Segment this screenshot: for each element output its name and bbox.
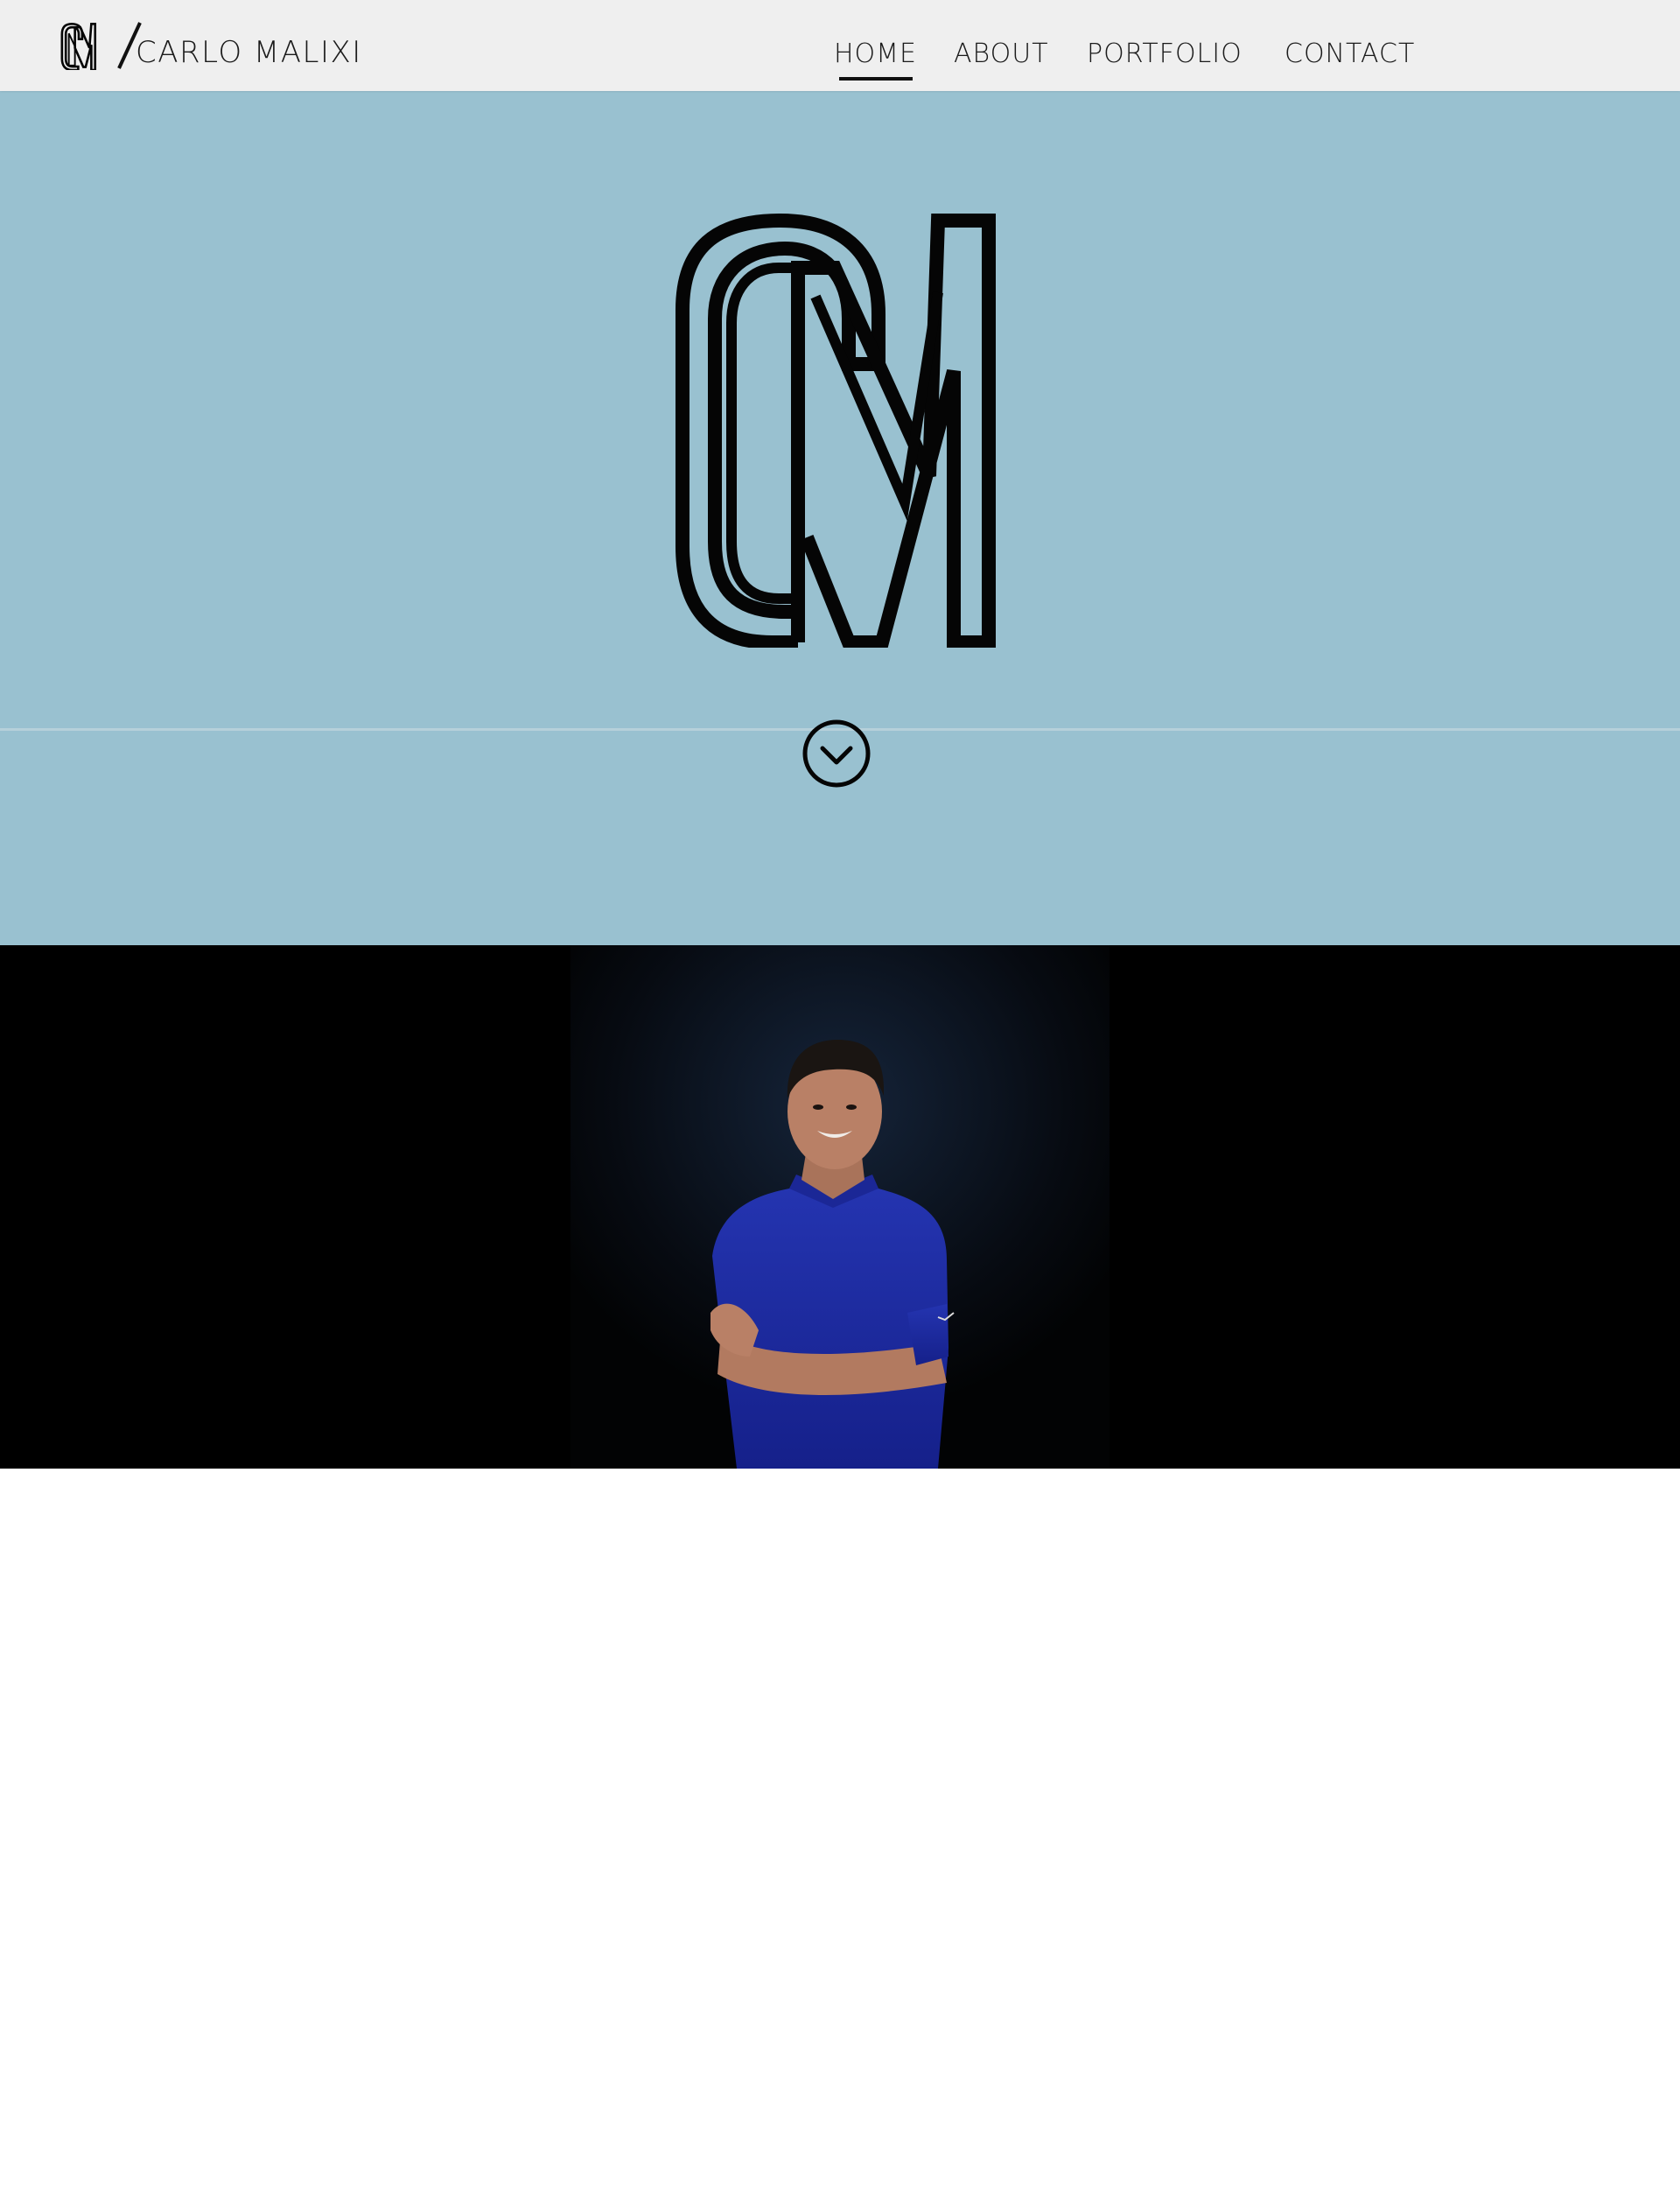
content-area — [0, 1469, 1680, 2188]
brand-name: CARLO MALIXI — [136, 35, 362, 70]
nav-contact-link[interactable]: CONTACT — [1284, 39, 1415, 69]
nav-home-link[interactable]: HOME — [834, 39, 917, 69]
cm-monogram-icon — [676, 214, 996, 648]
nav-portfolio-link[interactable]: PORTFOLIO — [1087, 39, 1242, 69]
site-header: CARLO MALIXI HOME ABOUT PORTFOLIO CONTAC… — [0, 0, 1680, 91]
portrait-section — [0, 945, 1680, 1469]
active-nav-underline — [839, 77, 913, 81]
hero-section — [0, 91, 1680, 945]
scroll-down-button[interactable] — [802, 719, 872, 789]
cm-logo-icon — [60, 23, 97, 70]
portrait-photo — [570, 945, 1110, 1469]
nav-about-link[interactable]: ABOUT — [954, 39, 1049, 69]
